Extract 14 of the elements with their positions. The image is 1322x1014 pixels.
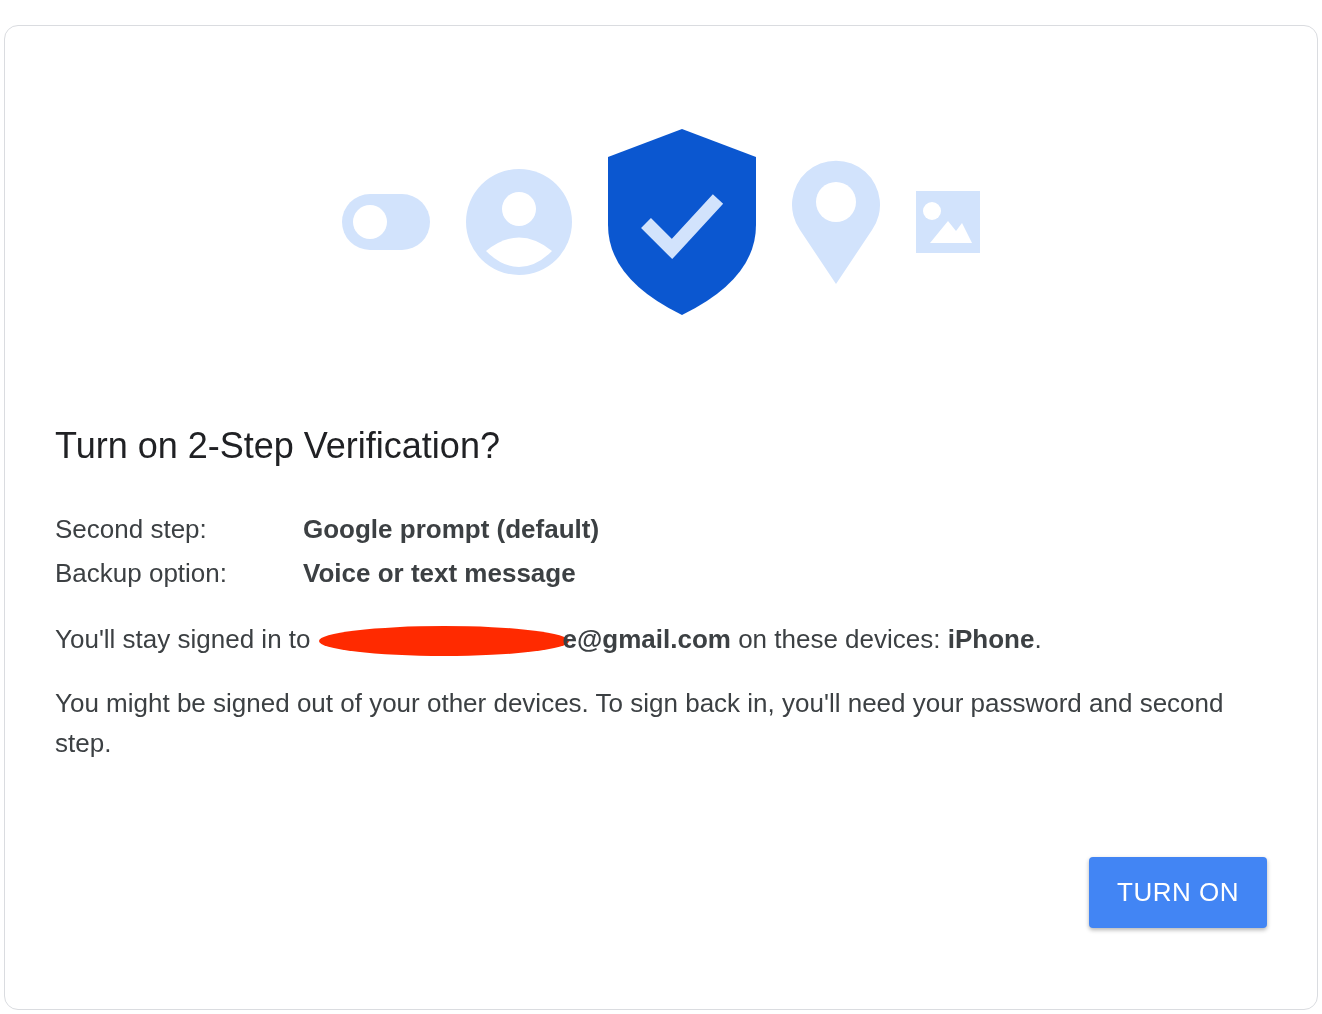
signed-in-text: e@gmail.com on these devices: iPhone. [562, 624, 1042, 655]
detail-label: Second step: [55, 513, 208, 547]
dialog-title: Turn on 2-Step Verification? [55, 424, 501, 468]
detail-label: Backup option: [55, 557, 228, 591]
image-icon [916, 191, 980, 253]
toggle-icon [342, 194, 430, 250]
user-icon [466, 169, 572, 275]
warning-text: You might be signed out of your other devices. To sign back in, you'll need your password and second step. [55, 687, 1225, 761]
detail-value: Voice or text message [303, 558, 576, 589]
shield-check-icon [608, 129, 756, 315]
detail-value: Google prompt (default) [303, 514, 600, 545]
location-pin-icon [792, 160, 880, 284]
signed-in-text: You'll stay signed in to [55, 624, 311, 655]
turn-on-button[interactable]: TURN ON [1089, 857, 1267, 929]
